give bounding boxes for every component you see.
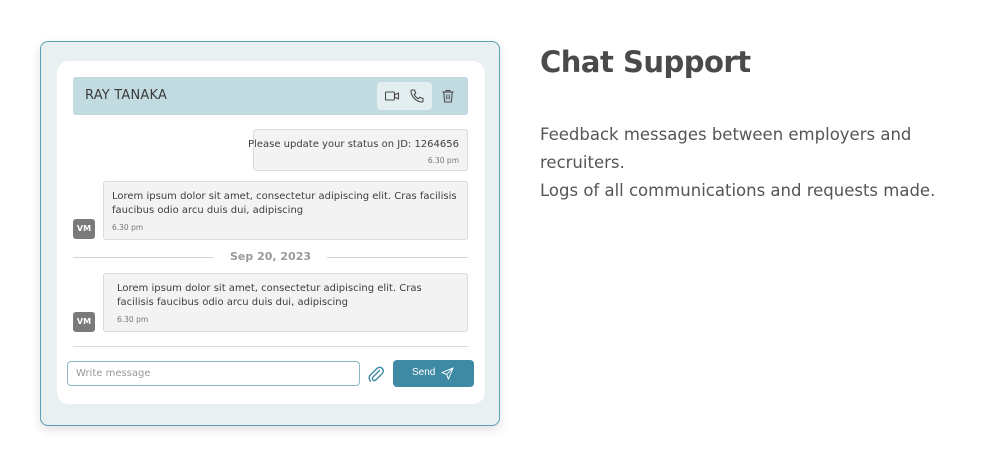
chat-header: RAY TANAKA [73, 77, 468, 115]
call-actions [377, 82, 432, 110]
chat-panel: RAY TANAKA Please update your status on … [57, 61, 485, 404]
divider [327, 257, 468, 258]
video-camera-icon[interactable] [384, 88, 400, 104]
message-timestamp: 6.30 pm [112, 223, 144, 232]
contact-name: RAY TANAKA [85, 88, 168, 103]
divider [73, 257, 214, 258]
message-timestamp: 6.30 pm [427, 156, 459, 165]
chat-card: RAY TANAKA Please update your status on … [40, 41, 500, 426]
message-text: Lorem ipsum dolor sit amet, consectetur … [112, 191, 457, 216]
send-button[interactable]: Send [393, 360, 474, 387]
message-input[interactable] [67, 361, 360, 386]
received-message: Lorem ipsum dolor sit amet, consectetur … [103, 273, 468, 332]
description-line: Feedback messages between employers and [540, 125, 912, 144]
phone-icon[interactable] [409, 88, 425, 104]
feature-title: Chat Support [540, 45, 751, 79]
trash-icon[interactable] [440, 88, 456, 104]
received-message: Lorem ipsum dolor sit amet, consectetur … [103, 181, 468, 240]
paper-plane-icon [441, 367, 454, 380]
message-timestamp: 6.30 pm [117, 315, 149, 324]
sent-message: Please update your status on JD: 1264656… [248, 129, 468, 171]
message-text: Lorem ipsum dolor sit amet, consectetur … [117, 283, 422, 308]
avatar: VM [73, 312, 95, 332]
description-line: Logs of all communications and requests … [540, 181, 936, 200]
avatar: VM [73, 219, 95, 239]
message-text: Please update your status on JD: 1264656 [248, 139, 459, 150]
feature-description: Feedback messages between employers and … [540, 121, 980, 205]
description-line: recruiters. [540, 153, 625, 172]
composer-divider [73, 346, 468, 347]
send-label: Send [412, 367, 436, 378]
date-separator: Sep 20, 2023 [229, 250, 312, 263]
paperclip-icon[interactable] [366, 364, 386, 384]
